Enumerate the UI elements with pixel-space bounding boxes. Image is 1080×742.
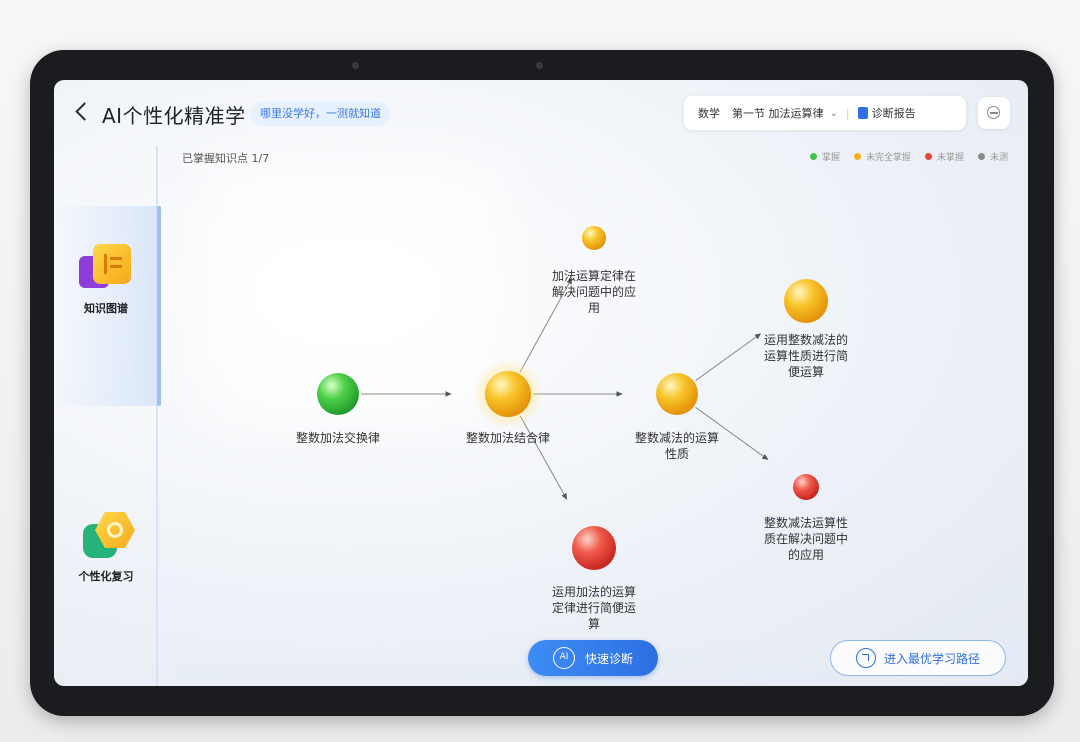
node-ball-mastered[interactable]	[317, 373, 359, 415]
graph-edge-n2-n4	[519, 415, 568, 500]
knowledge-node[interactable]: 整数加法结合律	[466, 359, 550, 445]
knowledge-node[interactable]: 运用加法的运算定律进行简便运算	[552, 526, 636, 631]
ai-icon: AI	[552, 647, 575, 669]
node-label: 整数减法运算性质在解决问题中的应用	[764, 515, 848, 562]
knowledge-node[interactable]: 整数减法的运算性质	[635, 373, 719, 461]
node-label-line: 算	[588, 616, 600, 631]
node-ball-partial[interactable]	[656, 373, 698, 415]
quick-diagnosis-label: 快速诊断	[584, 651, 633, 666]
tablet-frame: AI个性化精准学 哪里没学好，一测就知道 数学 第一节 加法运算律 ⌄ | 诊断…	[30, 50, 1054, 716]
node-label-line: 性质	[665, 447, 689, 461]
node-label-line: 定律进行简便运	[552, 600, 636, 615]
route-icon	[855, 648, 876, 668]
graph-edges	[361, 277, 769, 500]
knowledge-node[interactable]: 整数减法运算性质在解决问题中的应用	[764, 474, 848, 562]
node-label: 运用整数减法的运算性质进行简便运算	[764, 332, 848, 379]
node-label: 运用加法的运算定律进行简便运算	[552, 584, 636, 631]
node-label-line: 运算性质进行简	[764, 348, 848, 363]
node-ball-partial[interactable]	[582, 226, 606, 250]
node-label: 整数减法的运算性质	[635, 430, 719, 461]
node-label: 加法运算定律在解决问题中的应用	[552, 268, 636, 315]
node-label-line: 加法运算定律在	[552, 268, 636, 283]
node-label: 整数加法结合律	[466, 430, 550, 445]
node-label-line: 整数减法运算性	[764, 515, 848, 530]
graph-nodes: 整数加法交换律 整数加法结合律加法运算定律在解决问题中的应用运用加法的运算定律进行…	[296, 226, 848, 631]
graph-edge-n5-n6	[695, 333, 762, 381]
node-label-line: 整数加法结合律	[466, 430, 550, 445]
node-ball-partial[interactable]	[485, 371, 531, 417]
node-label: 整数加法交换律	[296, 430, 380, 445]
knowledge-graph: 整数加法交换律 整数加法结合律加法运算定律在解决问题中的应用运用加法的运算定律进行…	[296, 226, 848, 631]
knowledge-node[interactable]: 整数加法交换律	[296, 373, 380, 445]
node-label-line: 质在解决问题中	[764, 531, 848, 546]
quick-diagnosis-button[interactable]: AI 快速诊断	[528, 640, 658, 676]
node-label-line: 便运算	[788, 364, 824, 379]
node-ball-not_mastered[interactable]	[572, 526, 616, 570]
best-path-label: 进入最优学习路径	[883, 651, 980, 666]
camera-dot	[536, 62, 543, 69]
app-screen: AI个性化精准学 哪里没学好，一测就知道 数学 第一节 加法运算律 ⌄ | 诊断…	[54, 80, 1028, 686]
node-ball-not_mastered[interactable]	[793, 474, 819, 500]
node-label-line: 运用整数减法的	[764, 332, 848, 347]
knowledge-node[interactable]: 运用整数减法的运算性质进行简便运算	[764, 279, 848, 379]
node-label-line: 的应用	[788, 547, 824, 562]
best-path-button[interactable]: 进入最优学习路径	[830, 640, 1006, 676]
node-label-line: 整数加法交换律	[296, 430, 380, 445]
node-ball-partial[interactable]	[784, 279, 828, 323]
node-label-line: 整数减法的运算	[635, 430, 719, 445]
node-label-line: 运用加法的运算	[552, 584, 636, 599]
sensor-dot	[352, 62, 359, 69]
node-label-line: 用	[588, 301, 600, 315]
node-label-line: 解决问题中的应	[552, 284, 636, 299]
knowledge-node[interactable]: 加法运算定律在解决问题中的应用	[552, 226, 636, 315]
stage: AI个性化精准学 哪里没学好，一测就知道 数学 第一节 加法运算律 ⌄ | 诊断…	[0, 0, 1080, 742]
